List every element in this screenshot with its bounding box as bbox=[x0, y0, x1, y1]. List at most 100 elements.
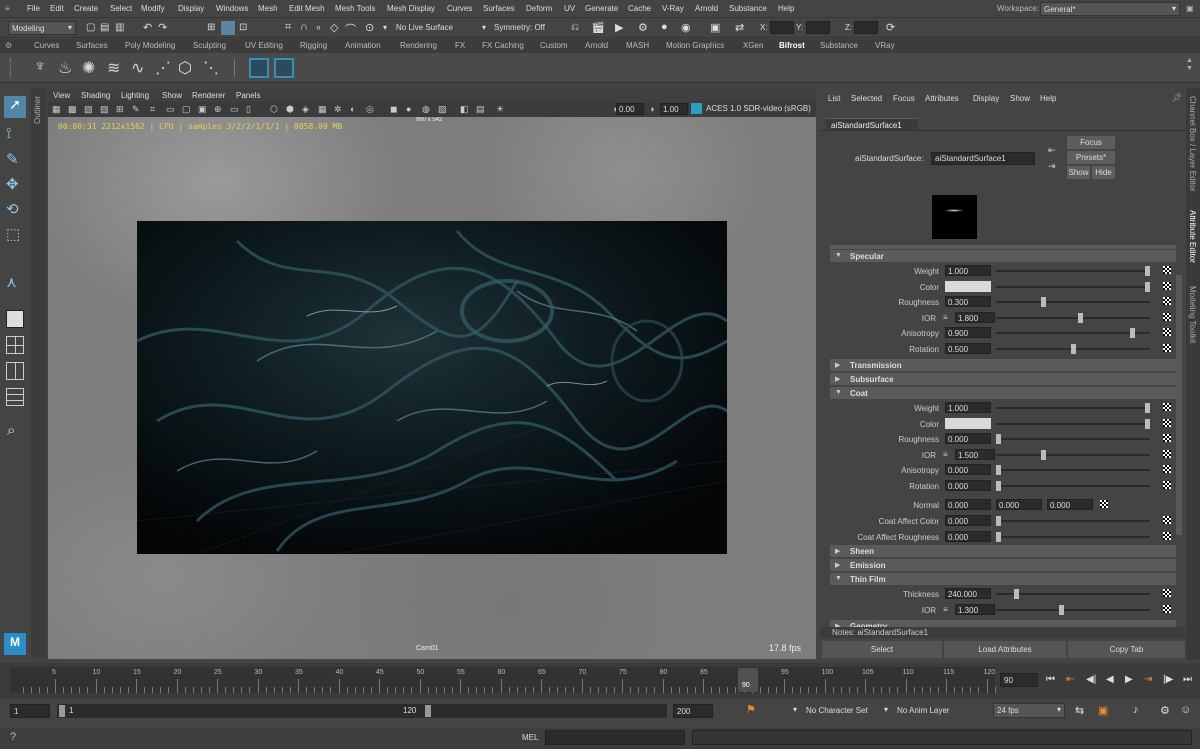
snap-surface-icon[interactable]: ⌒ bbox=[345, 21, 356, 37]
specular-ior-slider[interactable] bbox=[996, 316, 1150, 319]
shelf-tab-custom[interactable]: Custom bbox=[540, 41, 568, 50]
specular-anisotropy-slider[interactable] bbox=[996, 332, 1150, 334]
map-button-icon[interactable] bbox=[1163, 449, 1171, 458]
image-plane-icon[interactable]: ▨ bbox=[100, 104, 109, 115]
shelf-tab-rigging[interactable]: Rigging bbox=[300, 41, 327, 50]
menu-edit[interactable]: Edit bbox=[50, 4, 64, 13]
sign-in-icon[interactable]: ⟳ bbox=[886, 21, 895, 34]
camera-attributes-icon[interactable]: ▩ bbox=[68, 104, 77, 115]
select-component-icon[interactable]: ⊡ bbox=[239, 22, 247, 33]
gate-mask-icon[interactable]: ▣ bbox=[198, 104, 207, 115]
axis-orient-icon[interactable]: ⋏ bbox=[6, 273, 17, 291]
bifrost-smoke-icon[interactable]: ✺ bbox=[82, 58, 95, 78]
viewport-panel[interactable]: 00:00:31 2212x1562 | CPU | samples 3/2/2… bbox=[48, 117, 816, 659]
motion-blur-icon[interactable]: ◍ bbox=[422, 104, 430, 115]
scale-tool-icon[interactable]: ⬚ bbox=[6, 225, 20, 243]
slider-handle[interactable] bbox=[996, 480, 1001, 491]
wireframe-icon[interactable]: ⬡ bbox=[270, 104, 278, 115]
thin-film-ior-slider[interactable] bbox=[996, 608, 1150, 611]
presets-button[interactable]: Presets* bbox=[1067, 151, 1115, 164]
lasso-tool-icon[interactable]: ⟟ bbox=[6, 125, 12, 142]
menu-windows[interactable]: Windows bbox=[216, 4, 248, 13]
wireframe-on-shaded-icon[interactable]: ◈ bbox=[302, 104, 309, 115]
coat-affect-coat-affect-roughness-field[interactable]: 0.000 bbox=[945, 530, 991, 542]
map-button-icon[interactable] bbox=[1163, 434, 1171, 442]
grid-icon[interactable]: ⌗ bbox=[150, 104, 155, 115]
loop-icon[interactable]: ⇆ bbox=[1075, 704, 1084, 717]
start-time-field[interactable]: 1 bbox=[10, 704, 50, 718]
slider-handle[interactable] bbox=[996, 531, 1001, 542]
rotate-tool-icon[interactable]: ⟲ bbox=[6, 200, 19, 218]
anti-aliasing-icon[interactable]: ▨ bbox=[438, 104, 447, 115]
exposure-icon[interactable]: ☀ bbox=[496, 104, 504, 115]
pin-icon[interactable]: 📌︎ bbox=[1172, 93, 1182, 102]
tab-channel-box[interactable]: Channel Box / Layer Editor bbox=[1188, 96, 1197, 192]
select-tool-icon[interactable]: ➚ bbox=[4, 96, 26, 118]
viewport-menu-show[interactable]: Show bbox=[162, 91, 182, 100]
new-scene-icon[interactable]: ▢ bbox=[86, 22, 95, 33]
ae-node-tab[interactable]: aiStandardSurface1 bbox=[826, 118, 918, 130]
time-slider-ruler[interactable]: 5 10 15 20 25 30 35 40 45 50 55 60 65 70 75 80 85 90 95 100… bbox=[10, 667, 996, 693]
map-button-icon[interactable] bbox=[1163, 343, 1171, 352]
shelf-scroll-icon[interactable]: ▲ ▼ bbox=[1186, 57, 1193, 73]
go-to-start-icon[interactable]: ⏮ bbox=[1046, 674, 1055, 685]
bifrost-emitter-icon[interactable]: ⋱ bbox=[203, 58, 219, 78]
xray-icon[interactable]: ◎ bbox=[366, 104, 374, 115]
range-start-handle[interactable] bbox=[59, 705, 65, 717]
shelf-tab-mash[interactable]: MASH bbox=[626, 41, 649, 50]
menu-mesh-display[interactable]: Mesh Display bbox=[387, 4, 435, 13]
smooth-shade-icon[interactable]: ⬢ bbox=[286, 104, 294, 115]
redo-icon[interactable]: ↷ bbox=[158, 21, 167, 34]
step-forward-frame-icon[interactable]: |▶ bbox=[1163, 674, 1173, 685]
menu-cache[interactable]: Cache bbox=[628, 4, 651, 13]
audio-icon[interactable]: ♪ bbox=[1133, 704, 1139, 716]
textured-icon[interactable]: ▦ bbox=[318, 104, 327, 115]
step-forward-key-icon[interactable]: ⇥ bbox=[1144, 674, 1152, 685]
command-input[interactable] bbox=[545, 730, 685, 745]
vray-render-icon[interactable]: ▣ bbox=[710, 21, 720, 34]
menu-file[interactable]: File bbox=[27, 4, 40, 13]
shelf-tab-poly-modeling[interactable]: Poly Modeling bbox=[125, 41, 175, 50]
attr-normal-z-field[interactable]: 0.000 bbox=[1047, 499, 1093, 510]
attr-normal-x-field[interactable]: 0.000 bbox=[945, 499, 991, 510]
workspace-dropdown[interactable]: General* ▾ bbox=[1040, 2, 1180, 16]
bifrost-collider-icon[interactable]: ⬡ bbox=[178, 58, 192, 78]
thin-film-thickness-slider[interactable] bbox=[996, 593, 1150, 595]
specular-ior-field[interactable]: 1.800 bbox=[955, 311, 995, 323]
slider-handle[interactable] bbox=[996, 516, 1001, 526]
two-view-layout-icon[interactable] bbox=[6, 362, 24, 380]
outliner-layout-icon[interactable] bbox=[6, 388, 24, 406]
viewport-menu-shading[interactable]: Shading bbox=[81, 91, 110, 100]
thin-film-ior-field[interactable]: 1.300 bbox=[955, 603, 995, 615]
make-live-icon[interactable]: ⊙ bbox=[365, 21, 374, 34]
cache-playback-icon[interactable]: ▣ bbox=[1098, 704, 1108, 717]
undo-icon[interactable]: ↶ bbox=[143, 21, 152, 34]
bifrost-graph-icon[interactable] bbox=[249, 58, 269, 78]
coat-affect-coat-affect-roughness-slider[interactable] bbox=[996, 535, 1150, 538]
menu-hotbox-icon[interactable]: ≡ bbox=[5, 4, 10, 13]
select-button[interactable]: Select bbox=[822, 641, 942, 658]
specular-color-slider[interactable] bbox=[996, 285, 1150, 288]
shelf-tab-fx[interactable]: FX bbox=[455, 41, 465, 50]
grease-pencil-icon[interactable]: ✎ bbox=[132, 104, 140, 115]
ae-menu-help[interactable]: Help bbox=[1040, 94, 1056, 103]
outliner-tab[interactable]: Outliner bbox=[31, 88, 46, 658]
load-attributes-button[interactable]: Load Attributes bbox=[944, 641, 1066, 658]
bifrost-liquid-icon[interactable]: ♆ bbox=[34, 58, 46, 76]
play-forward-icon[interactable]: ▶ bbox=[1125, 674, 1133, 685]
bifrost-fire-icon[interactable]: ♨ bbox=[58, 58, 72, 78]
map-button-icon[interactable] bbox=[1163, 465, 1171, 473]
menu-vray[interactable]: V-Ray bbox=[662, 4, 684, 13]
view-transform-label[interactable]: ACES 1.0 SDR-video (sRGB) bbox=[706, 104, 811, 113]
tab-attribute-editor[interactable]: Attribute Editor bbox=[1188, 210, 1197, 263]
slider-handle[interactable] bbox=[1145, 418, 1150, 429]
shelf-tab-vray[interactable]: VRay bbox=[875, 41, 895, 50]
slider-handle[interactable] bbox=[1145, 403, 1150, 413]
play-backward-icon[interactable]: ◀ bbox=[1106, 674, 1114, 685]
map-button-icon[interactable] bbox=[1163, 531, 1171, 540]
map-button-icon[interactable] bbox=[1163, 297, 1171, 305]
section-thin-film[interactable]: ▼ Thin Film bbox=[830, 573, 1176, 585]
map-button-icon[interactable] bbox=[1163, 403, 1171, 411]
section-transmission[interactable]: ▶ Transmission bbox=[830, 359, 1176, 371]
four-view-layout-icon[interactable] bbox=[6, 336, 24, 354]
